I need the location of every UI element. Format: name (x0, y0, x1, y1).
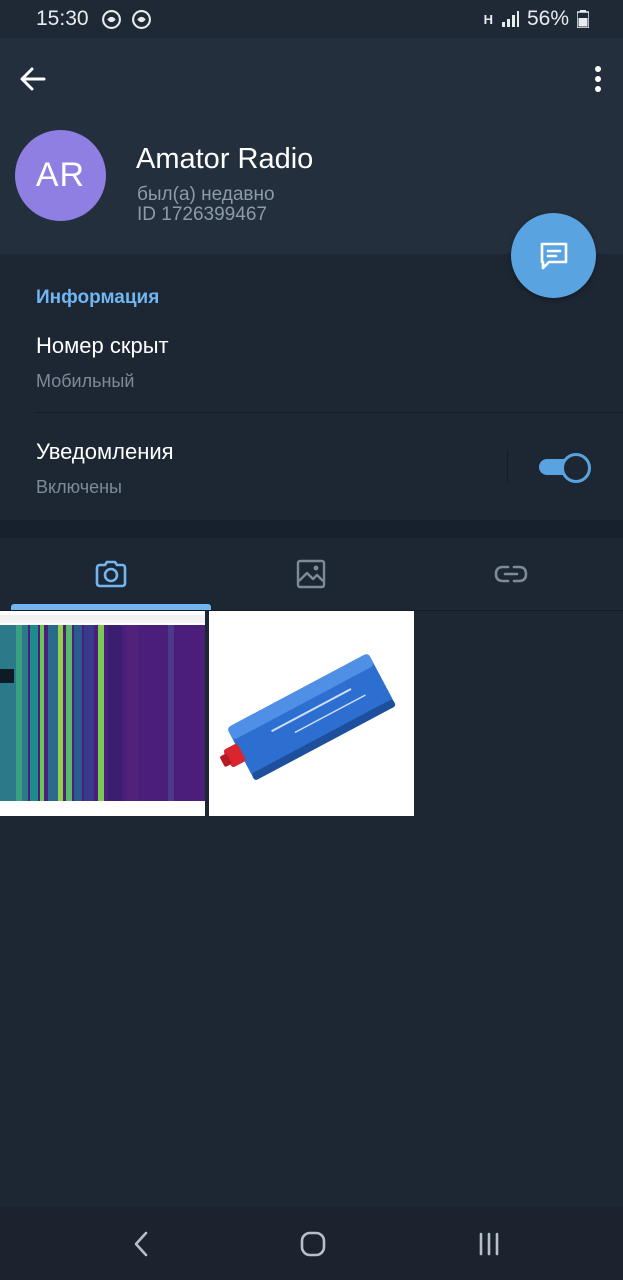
camera-icon (95, 560, 127, 588)
message-icon (540, 242, 567, 269)
status-indicators: H 56% (484, 7, 589, 31)
recents-icon (479, 1232, 499, 1256)
section-separator (0, 520, 623, 538)
notifications-toggle[interactable] (539, 453, 591, 483)
divider (507, 450, 508, 483)
notifications-value[interactable]: Уведомления (36, 439, 174, 465)
network-type-icon: H (483, 11, 493, 27)
profile-status: был(а) недавно (137, 184, 275, 205)
notification-app-icon (132, 10, 151, 29)
nav-home-button[interactable] (296, 1229, 330, 1259)
media-tabs (0, 538, 623, 611)
spectrum-waterfall-image (0, 611, 205, 816)
chevron-left-icon (134, 1231, 148, 1257)
status-time: 15:30 (36, 7, 89, 30)
link-icon (494, 565, 528, 583)
arrow-left-icon[interactable] (16, 62, 50, 96)
profile-id: ID 1726399467 (137, 204, 267, 225)
notifications-label: Включены (36, 477, 122, 497)
divider (36, 412, 623, 413)
message-button[interactable] (511, 213, 596, 298)
nav-back-button[interactable] (126, 1229, 156, 1259)
active-tab-indicator (11, 604, 211, 610)
tab-links[interactable] (411, 538, 611, 610)
media-grid (0, 611, 623, 816)
nav-recents-button[interactable] (472, 1229, 506, 1259)
notification-app-icon (102, 10, 121, 29)
tab-media[interactable] (11, 538, 211, 610)
info-section: Информация Номер скрыт Мобильный Уведомл… (0, 254, 623, 520)
sdr-device-image (209, 611, 414, 816)
tab-photos[interactable] (211, 538, 411, 610)
profile-name: Amator Radio (136, 143, 314, 175)
image-icon (296, 559, 326, 589)
media-thumb[interactable] (209, 611, 414, 816)
info-section-title: Информация (36, 287, 160, 308)
system-nav-bar (0, 1207, 623, 1280)
signal-icon (501, 11, 519, 27)
toggle-knob (561, 453, 591, 483)
phone-value[interactable]: Номер скрыт (36, 333, 169, 359)
battery-percent: 56% (526, 7, 569, 30)
home-icon (300, 1231, 326, 1257)
status-bar: 15:30 H 56% (0, 0, 623, 38)
avatar[interactable]: AR (15, 130, 106, 221)
avatar-initials: AR (35, 156, 86, 194)
more-vertical-icon[interactable] (584, 62, 612, 96)
media-thumb[interactable] (0, 611, 205, 816)
battery-icon (577, 10, 589, 28)
phone-label: Мобильный (36, 371, 135, 391)
